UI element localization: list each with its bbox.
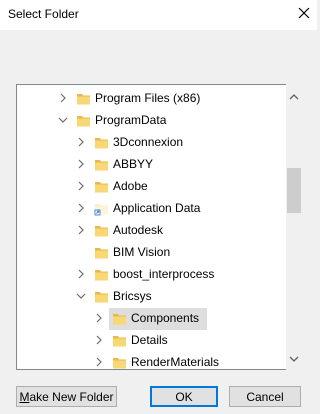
tree-item-label: BIM Vision [113,245,171,259]
tree-item[interactable]: BIM Vision [17,242,287,264]
title-bar: Select Folder [0,0,317,30]
chevron-right-icon[interactable] [76,269,86,279]
tree-item-label: 3Dconnexion [113,135,184,149]
tree-item[interactable]: boost_interprocess [17,264,287,286]
tree-item-label: boost_interprocess [113,267,215,281]
chevron-down-icon[interactable] [76,291,86,301]
close-icon[interactable] [296,5,312,21]
chevron-right-icon[interactable] [94,335,104,345]
tree-item[interactable]: Application Data [17,198,287,220]
chevron-right-icon[interactable] [76,137,86,147]
chevron-right-icon[interactable] [76,203,86,213]
chevron-right-icon[interactable] [58,93,68,103]
scroll-down-icon[interactable] [289,354,299,364]
chevron-right-icon[interactable] [94,357,104,367]
tree-item-label: RenderMaterials [131,355,220,369]
make-new-folder-label: ake New Folder [29,389,114,404]
tree-item[interactable]: Details [17,330,287,352]
tree-item-label: Adobe [113,179,148,193]
folder-icon [95,138,108,149]
cancel-button[interactable]: Cancel [229,386,301,407]
shortcut-folder-icon [94,204,108,216]
chevron-right-icon[interactable] [94,313,104,323]
folder-icon [77,116,90,127]
folder-icon [113,314,126,325]
tree-item-label: Application Data [113,201,201,215]
tree-item[interactable]: Autodesk [17,220,287,242]
folder-icon [95,226,108,237]
tree-item-label: Components [131,311,200,325]
cancel-label: Cancel [246,389,284,404]
chevron-right-icon[interactable] [76,159,86,169]
tree-item[interactable]: 3Dconnexion [17,132,287,154]
tree-item[interactable]: RenderMaterials [17,352,287,369]
ok-button[interactable]: OK [150,386,218,407]
tree-item[interactable]: ProgramData [17,110,287,132]
tree-item-label: Autodesk [113,223,164,237]
folder-icon [95,160,108,171]
tree-item[interactable]: ABBYY [17,154,287,176]
chevron-right-icon[interactable] [76,181,86,191]
chevron-right-icon[interactable] [76,225,86,235]
folder-icon [95,270,108,281]
make-new-folder-mnemonic: M [19,389,30,404]
ok-label: OK [175,389,193,404]
make-new-folder-button[interactable]: Make New Folder [16,386,117,407]
tree-item[interactable]: Bricsys [17,286,287,308]
tree-item[interactable]: Adobe [17,176,287,198]
scrollbar-thumb[interactable] [287,168,301,213]
tree-item[interactable]: Program Files (x86) [17,88,287,110]
folder-icon [113,336,126,347]
folder-icon [95,182,108,193]
folder-icon [95,292,108,303]
tree-item-label: Program Files (x86) [95,91,201,105]
tree-item-label: Bricsys [113,289,152,303]
folder-tree[interactable]: Program Files (x86) ProgramData 3Dconnexio… [16,84,301,370]
vertical-scrollbar[interactable] [286,84,301,370]
window-title: Select Folder [8,7,79,21]
tree-item-label: ABBYY [113,157,154,171]
chevron-down-icon[interactable] [58,115,68,125]
tree-item[interactable]: Components [17,308,287,330]
tree-item-label: ProgramData [95,113,167,127]
folder-icon [113,358,126,369]
folder-icon [77,94,90,105]
folder-icon [95,248,108,259]
tree-item-label: Details [131,333,168,347]
scroll-up-icon[interactable] [289,92,299,102]
